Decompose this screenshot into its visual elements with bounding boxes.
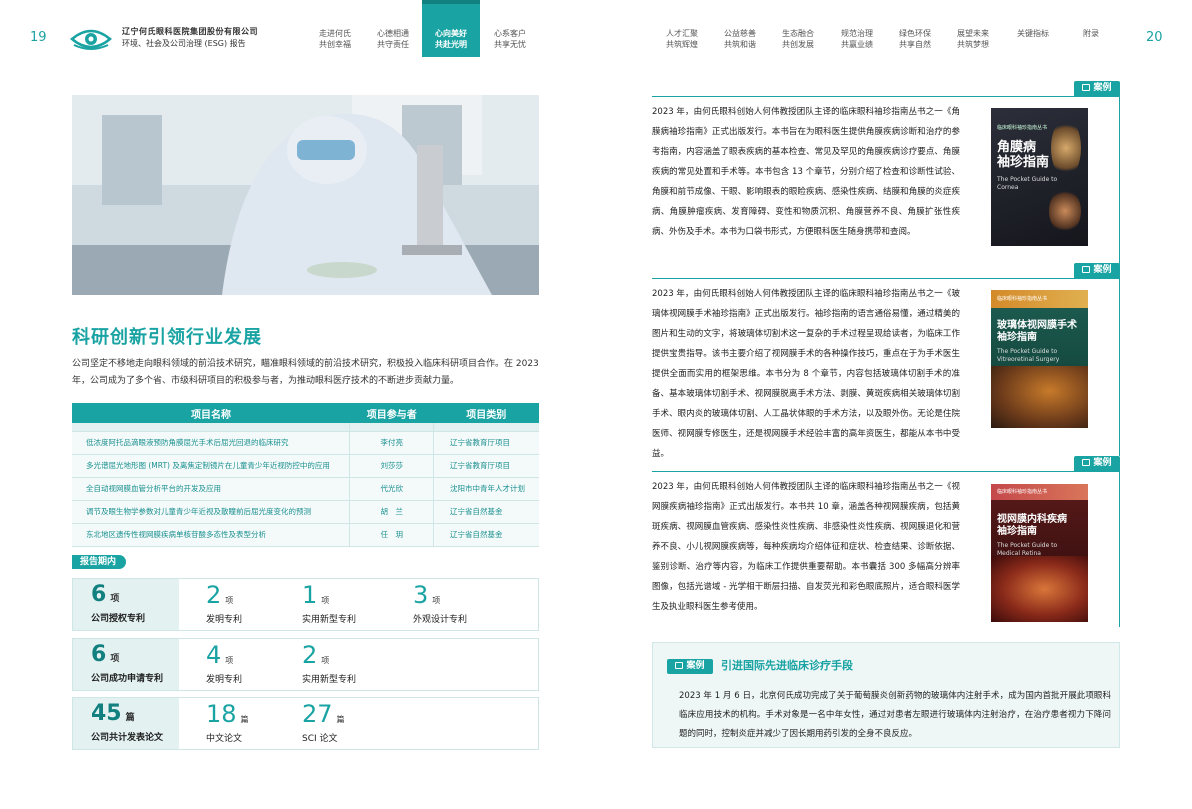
nav-item-innovation[interactable]: 心向美好 共赴光明 (422, 0, 480, 57)
table-row: 低浓度阿托品滴眼液预防角膜屈光手术后屈光回退的临床研究 李付亮 辽宁省教育厅项目 (72, 431, 539, 455)
case-icon (675, 662, 684, 669)
page-number-right: 20 (1146, 30, 1163, 45)
table-row: 东北地区遗传性视网膜疾病单核苷酸多态性及表型分析任 玥辽宁省自然基金 (72, 523, 539, 547)
case-tag: 案例 (1074, 263, 1120, 278)
stat-main: 45 篇 公司共计发表论文 (73, 698, 179, 749)
company-name: 辽宁何氏眼科医院集团股份有限公司 (122, 27, 258, 36)
col-header-project: 项目名称 (72, 403, 350, 423)
nav-item-appendix[interactable]: 附录 (1062, 28, 1120, 39)
stats-applied-patents: 6项 公司成功申请专利 4项 发明专利 2项 实用新型专利 (72, 638, 539, 691)
nav-item-customers[interactable]: 心系客户 共享无忧 (481, 28, 539, 50)
nav-item-future[interactable]: 展望未来 共筑梦想 (944, 28, 1002, 50)
case-icon (1082, 266, 1091, 273)
stats-papers: 45 篇 公司共计发表论文 18 篇 中文论文 27 篇 SCI 论文 (72, 697, 539, 750)
table-row: 多光谱屈光地形图 (MRT) 及离焦定制镜片在儿童青少年近视防控中的应用 刘莎莎辽… (72, 454, 539, 478)
nav-item-environment[interactable]: 绿色环保 共享自然 (886, 28, 944, 50)
table-row (72, 423, 539, 432)
case-tag: 案例 (1074, 81, 1120, 96)
page-number-left: 19 (30, 30, 47, 45)
nav-item-charity[interactable]: 公益慈善 共筑和谐 (711, 28, 769, 50)
nav-item-governance[interactable]: 规范治理 共赢业绩 (828, 28, 886, 50)
section-title: 科研创新引领行业发展 (72, 327, 262, 348)
book-cover: 临床眼科袖珍指南丛书 玻璃体视网膜手术 袖珍指南 The Pocket Guide… (991, 290, 1088, 428)
col-header-participant: 项目参与者 (349, 403, 434, 423)
nav-item-responsibility[interactable]: 心德相通 共守责任 (364, 28, 422, 50)
table-row: 全自动视网膜血管分析平台的开发及应用 代光欣 沈阳市中青年人才计划 (72, 477, 539, 501)
eye-logo-icon (70, 29, 112, 50)
table-row: 调节及眼生物学参数对儿童青少年近视及散瞳前后屈光度变化的预测胡 兰辽宁省自然基金 (72, 500, 539, 524)
book-cover: 临床眼科袖珍指南丛书 角膜病 袖珍指南 The Pocket Guide to Co… (991, 108, 1088, 246)
nav-item-about[interactable]: 走进何氏 共创幸福 (306, 28, 364, 50)
case-text: 2023 年，由何氏眼科创始人何伟教授团队主译的临床眼科袖珍指南丛书之一《视网膜… (652, 482, 960, 612)
nav-item-key-indicators[interactable]: 关键指标 (1004, 28, 1062, 39)
stat-main: 6项 公司授权专利 (73, 579, 179, 630)
book-title: 玻璃体视网膜手术 袖珍指南 (997, 320, 1077, 343)
nav-item-ecology[interactable]: 生态融合 共创发展 (769, 28, 827, 50)
case-icon (1082, 84, 1091, 91)
intl-case-title: 引进国际先进临床诊疗手段 (721, 659, 853, 672)
col-header-category: 项目类别 (433, 403, 539, 423)
intro-paragraph: 公司坚定不移地走向眼科领域的前沿技术研究，瞄准眼科领域的前沿技术研究，积极投入临… (72, 359, 539, 386)
company-header: 辽宁何氏眼科医院集团股份有限公司 环境、社会及公司治理 (ESG) 报告 (122, 26, 258, 50)
period-tag: 报告期内 (72, 555, 127, 569)
research-projects-table: 项目名称 项目参与者 项目类别 低浓度阿托品滴眼液预防角膜屈光手术后屈光回退的临… (72, 403, 539, 547)
book-cover: 临床眼科袖珍指南丛书 视网膜内科疾病 袖珍指南 The Pocket Guide … (991, 484, 1088, 622)
report-name: 环境、社会及公司治理 (ESG) 报告 (122, 39, 246, 48)
stats-granted-patents: 6项 公司授权专利 2项 发明专利 1项 实用新型专利 3项 外观设计专利 (72, 578, 539, 631)
book-title: 角膜病 袖珍指南 (997, 140, 1050, 170)
case-icon (1082, 459, 1091, 466)
case-tag: 案例 (667, 659, 713, 674)
intl-case-text: 2023 年 1 月 6 日，北京何氏成功完成了关于葡萄膜炎创新药物的玻璃体内注… (679, 691, 1111, 739)
nav-item-talent[interactable]: 人才汇聚 共筑辉煌 (653, 28, 711, 50)
case-text: 2023 年，由何氏眼科创始人何伟教授团队主译的临床眼科袖珍指南丛书之一《玻璃体… (652, 289, 960, 459)
lab-photo (72, 95, 539, 295)
book-title: 视网膜内科疾病 袖珍指南 (997, 514, 1067, 537)
case-text: 2023 年，由何氏眼科创始人何伟教授团队主译的临床眼科袖珍指南丛书之一《角膜病… (652, 107, 960, 237)
case-tag: 案例 (1074, 456, 1120, 471)
intl-case-box: 案例 引进国际先进临床诊疗手段 2023 年 1 月 6 日，北京何氏成功完成了… (652, 642, 1120, 748)
stat-main: 6项 公司成功申请专利 (73, 639, 179, 690)
